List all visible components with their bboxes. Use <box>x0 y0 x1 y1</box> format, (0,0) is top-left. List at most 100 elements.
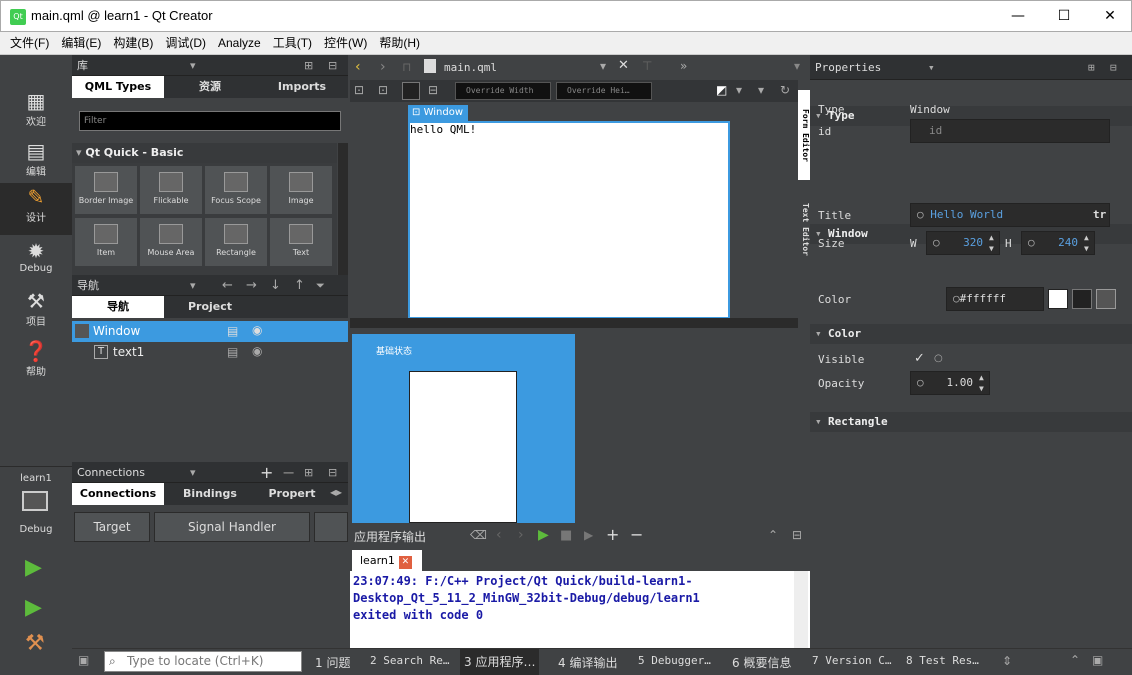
chevron-down-icon[interactable]: ▾ <box>736 83 742 97</box>
anchors-icon[interactable]: ⊡ <box>378 83 388 97</box>
next-icon[interactable]: › <box>518 527 524 543</box>
mode-projects[interactable]: ⚒ 项目 <box>0 287 72 335</box>
width-spinbox[interactable]: ○ 320 ▲ ▼ <box>926 231 1000 255</box>
forward-icon[interactable]: › <box>380 59 386 75</box>
rerun-icon[interactable]: ▶ <box>538 527 549 543</box>
menu-help[interactable]: 帮助(H) <box>373 32 426 55</box>
maximize-output-icon[interactable]: ⌃ <box>1070 653 1080 667</box>
horizontal-scrollbar[interactable] <box>350 318 798 328</box>
boundary-icon[interactable]: ⊟ <box>428 83 438 97</box>
split-icon[interactable]: ⊞ <box>1088 55 1095 80</box>
chevron-down-icon[interactable]: ▾ <box>758 83 764 97</box>
close-panel-icon[interactable]: ⊟ <box>328 462 337 483</box>
more-panes-icon[interactable]: ⇕ <box>1002 654 1012 668</box>
clean-icon[interactable]: ⌫ <box>470 528 487 542</box>
pane-issues[interactable]: 1 问题 <box>315 654 350 671</box>
close-file-icon[interactable]: ✕ <box>618 58 629 73</box>
pane-compile-output[interactable]: 4 编译输出 <box>558 654 617 671</box>
translate-button[interactable]: tr <box>1093 204 1106 226</box>
close-panel-icon[interactable]: ⊟ <box>1110 55 1117 80</box>
pane-search-results[interactable]: 2 Search Re… <box>370 654 449 667</box>
build-hammer-icon[interactable]: ⚒ <box>25 631 45 656</box>
monitor-icon[interactable] <box>22 491 48 511</box>
pane-version-control[interactable]: 7 Version C… <box>812 654 891 667</box>
snap-icon[interactable]: ⊡ <box>354 83 364 97</box>
pane-application-output[interactable]: 3 应用程序… <box>460 649 540 675</box>
text1-preview[interactable]: hello QML! <box>410 123 476 136</box>
menu-build[interactable]: 构建(B) <box>107 32 159 55</box>
binding-icon[interactable]: ○ <box>917 372 924 394</box>
window-preview[interactable]: hello QML! <box>408 121 730 319</box>
color-swatch[interactable] <box>1048 289 1068 309</box>
mode-debug[interactable]: ✹ Debug <box>0 237 72 285</box>
color-input[interactable]: ○#ffffff <box>946 287 1044 311</box>
tab-properties[interactable]: Propert <box>256 483 328 505</box>
export-icon[interactable]: ▤ <box>227 345 238 359</box>
column-action[interactable] <box>314 512 348 542</box>
close-button[interactable]: ✕ <box>1087 1 1132 32</box>
split-icon[interactable]: ⊞ <box>304 462 313 483</box>
pane-test-results[interactable]: 8 Test Res… <box>906 654 979 667</box>
open-file-name[interactable]: main.qml <box>444 61 497 74</box>
snap-margin-icon[interactable] <box>402 82 420 100</box>
mode-welcome[interactable]: ▦ 欢迎 <box>0 87 72 135</box>
chevron-down-icon[interactable]: ▾ <box>928 55 935 80</box>
eye-icon[interactable]: ◉ <box>252 323 262 337</box>
maximize-button[interactable]: ☐ <box>1041 1 1087 32</box>
run-icon[interactable]: ▶ <box>25 555 42 580</box>
binding-icon[interactable]: ○ <box>917 208 930 221</box>
close-pane-icon[interactable]: ⊟ <box>792 528 802 542</box>
tab-bindings[interactable]: Bindings <box>164 483 256 505</box>
library-item-border-image[interactable]: Border Image <box>74 165 138 215</box>
color-icon[interactable]: ◩ <box>716 83 727 97</box>
library-item-item[interactable]: Item <box>74 217 138 267</box>
more-icon[interactable]: » <box>680 59 687 73</box>
arrow-down-icon[interactable]: ↓ <box>270 275 281 296</box>
scroll-tabs-icon[interactable]: ◂▸ <box>330 485 342 499</box>
close-tab-icon[interactable]: ✕ <box>398 556 412 569</box>
attach-icon[interactable]: ▶ <box>584 528 593 542</box>
minimize-button[interactable]: — <box>995 1 1041 32</box>
binding-icon[interactable]: ○ <box>953 292 960 305</box>
spin-arrows-icon[interactable]: ▲ ▼ <box>1084 232 1089 254</box>
tab-qml-types[interactable]: QML Types <box>72 76 164 98</box>
chevron-down-icon[interactable]: ▾ <box>190 462 196 483</box>
split-icon[interactable]: ⊞ <box>304 55 313 76</box>
binding-icon[interactable]: ○ <box>934 353 943 364</box>
tab-imports[interactable]: Imports <box>256 76 348 98</box>
height-spinbox[interactable]: ○ 240 ▲ ▼ <box>1021 231 1095 255</box>
close-panel-icon[interactable]: ⊟ <box>328 55 337 76</box>
filter-input[interactable]: Filter <box>79 111 341 131</box>
tab-form-editor[interactable]: Form Editor <box>798 90 810 180</box>
remove-icon[interactable]: − <box>630 525 643 544</box>
tab-project[interactable]: Project <box>164 296 256 318</box>
library-item-flickable[interactable]: Flickable <box>139 165 203 215</box>
arrow-left-icon[interactable]: ← <box>222 275 233 296</box>
menu-debug[interactable]: 调试(D) <box>159 32 212 55</box>
arrow-up-icon[interactable]: ↑ <box>294 275 305 296</box>
column-signal-handler[interactable]: Signal Handler <box>154 512 310 542</box>
eye-icon[interactable]: ◉ <box>252 344 262 358</box>
mode-design[interactable]: ✎ 设计 <box>0 183 72 235</box>
sidebar-toggle-icon[interactable]: ▣ <box>78 653 89 667</box>
menu-tools[interactable]: 工具(T) <box>267 32 318 55</box>
opacity-spinbox[interactable]: ○ 1.00 ▲ ▼ <box>910 371 990 395</box>
tab-navigator[interactable]: 导航 <box>72 296 164 318</box>
binding-icon[interactable]: ○ <box>1028 232 1035 254</box>
library-section[interactable]: ▾ Qt Quick - Basic <box>72 143 337 163</box>
pane-debugger-console[interactable]: 5 Debugger… <box>638 654 711 667</box>
add-icon[interactable]: + <box>260 462 273 483</box>
library-item-image[interactable]: Image <box>269 165 333 215</box>
mode-help[interactable]: ❓ 帮助 <box>0 337 72 385</box>
override-height-input[interactable]: Override Hei… <box>556 82 652 100</box>
tab-connections[interactable]: Connections <box>72 483 164 505</box>
locate-input[interactable]: ⌕ Type to locate (Ctrl+K) <box>104 651 302 672</box>
export-icon[interactable]: ▤ <box>227 324 238 338</box>
section-rectangle[interactable]: ▾ Rectangle <box>810 412 1132 432</box>
chevron-down-icon[interactable]: ▾ <box>190 275 196 296</box>
filter-icon[interactable]: ⏷ <box>316 275 325 296</box>
menu-edit[interactable]: 编辑(E) <box>55 32 107 55</box>
tree-row-window[interactable]: Window ▤ ◉ <box>72 321 348 342</box>
tree-row-text1[interactable]: T text1 ▤ ◉ <box>72 342 348 363</box>
chevron-down-icon[interactable]: ▾ <box>794 59 800 73</box>
